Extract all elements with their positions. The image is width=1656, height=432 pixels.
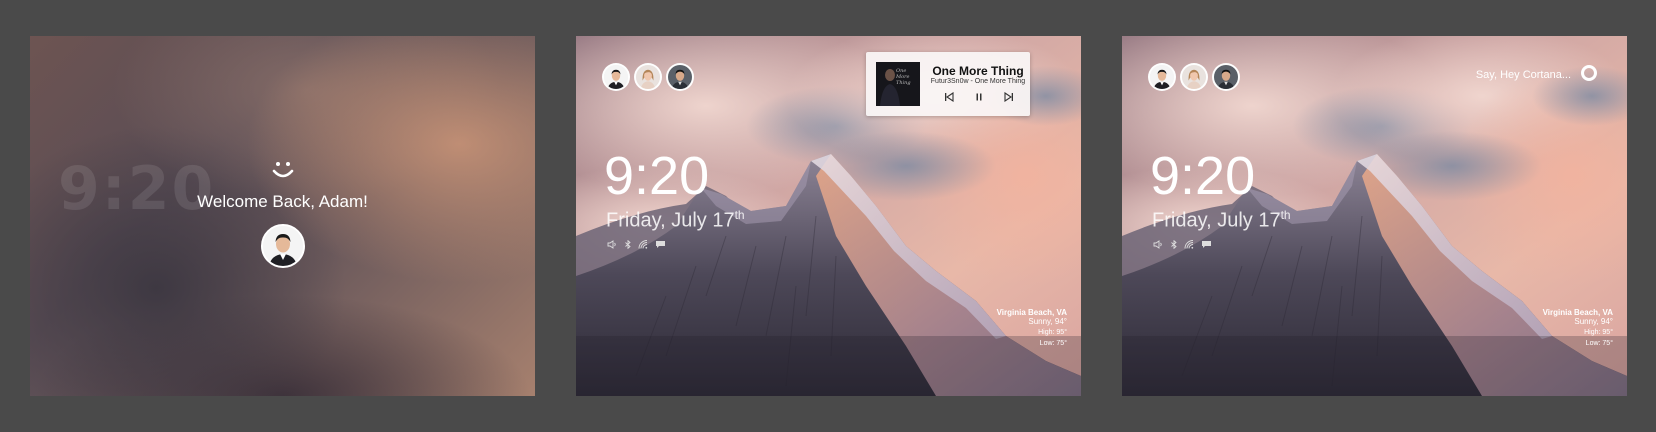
status-icons bbox=[607, 240, 666, 249]
user-photo bbox=[263, 226, 303, 266]
album-art-text: One More Thing bbox=[896, 68, 911, 86]
weather-high: High: 95° bbox=[1038, 329, 1067, 336]
clock-date: Friday, July 17th bbox=[606, 208, 745, 233]
volume-icon[interactable] bbox=[607, 240, 618, 249]
cortana-icon[interactable] bbox=[1581, 65, 1597, 81]
date-text: Friday, July 17 bbox=[1152, 209, 1281, 232]
clock-time: 9:20 bbox=[604, 146, 710, 206]
album-art: One More Thing bbox=[876, 62, 920, 106]
weather-low: Low: 75° bbox=[1039, 340, 1067, 347]
weather-location: Virginia Beach, VA bbox=[1542, 308, 1613, 317]
media-player-card[interactable]: One More Thing One More Thing Futur3Sn0w… bbox=[866, 52, 1030, 116]
smiley-face-icon bbox=[272, 162, 293, 178]
user-avatar[interactable] bbox=[260, 224, 305, 268]
date-text: Friday, July 17 bbox=[606, 209, 735, 232]
weather-condition: Sunny, 94° bbox=[1574, 317, 1613, 326]
pause-icon[interactable] bbox=[974, 92, 984, 102]
user-avatar-1[interactable] bbox=[1148, 63, 1176, 91]
user-avatar-3[interactable] bbox=[1212, 63, 1240, 91]
user-switcher bbox=[602, 63, 694, 91]
wifi-icon[interactable] bbox=[1184, 240, 1195, 249]
weather-low: Low: 75° bbox=[1585, 340, 1613, 347]
media-controls bbox=[944, 92, 1014, 102]
bluetooth-icon[interactable] bbox=[624, 240, 632, 249]
clock-date: Friday, July 17th bbox=[1152, 208, 1291, 233]
weather-condition: Sunny, 94° bbox=[1028, 317, 1067, 326]
volume-icon[interactable] bbox=[1153, 240, 1164, 249]
weather-widget: Virginia Beach, VA Sunny, 94° High: 95° … bbox=[1543, 308, 1613, 348]
status-icons bbox=[1153, 240, 1212, 249]
bluetooth-icon[interactable] bbox=[1170, 240, 1178, 249]
song-artist: Futur3Sn0w - One More Thing bbox=[930, 78, 1026, 85]
welcome-block: Welcome Back, Adam! bbox=[30, 156, 535, 268]
user-avatar-3[interactable] bbox=[666, 63, 694, 91]
next-icon[interactable] bbox=[1004, 92, 1014, 102]
user-switcher bbox=[1148, 63, 1240, 91]
previous-icon[interactable] bbox=[944, 92, 954, 102]
song-title: One More Thing bbox=[932, 64, 1024, 78]
clock-time: 9:20 bbox=[1150, 146, 1256, 206]
wifi-icon[interactable] bbox=[638, 240, 649, 249]
lock-screen-cortana: Say, Hey Cortana... 9:20 Friday, July 17… bbox=[1122, 36, 1627, 396]
notification-icon[interactable] bbox=[655, 240, 666, 249]
date-suffix: th bbox=[734, 208, 745, 222]
date-suffix: th bbox=[1280, 208, 1291, 222]
user-avatar-1[interactable] bbox=[602, 63, 630, 91]
user-avatar-2[interactable] bbox=[1180, 63, 1208, 91]
cortana-prompt: Say, Hey Cortana... bbox=[1475, 69, 1571, 81]
welcome-screen: 9:20 Welcome Back, Adam! bbox=[30, 36, 535, 396]
notification-icon[interactable] bbox=[1201, 240, 1212, 249]
user-avatar-2[interactable] bbox=[634, 63, 662, 91]
weather-high: High: 95° bbox=[1584, 329, 1613, 336]
weather-location: Virginia Beach, VA bbox=[996, 308, 1067, 317]
welcome-message: Welcome Back, Adam! bbox=[197, 192, 368, 211]
weather-widget: Virginia Beach, VA Sunny, 94° High: 95° … bbox=[997, 308, 1067, 348]
lock-screen-media: One More Thing One More Thing Futur3Sn0w… bbox=[576, 36, 1081, 396]
